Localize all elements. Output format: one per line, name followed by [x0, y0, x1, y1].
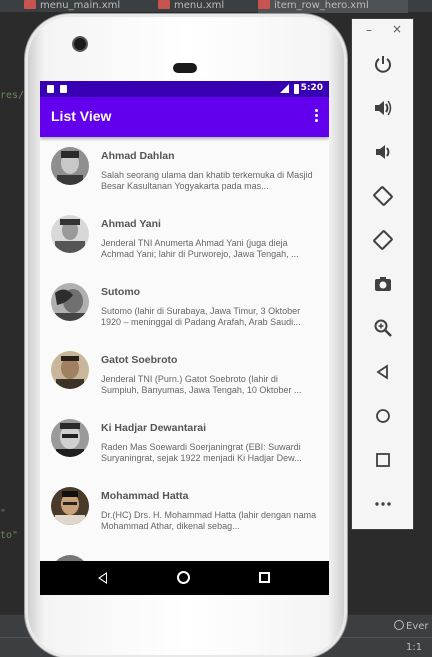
- tab-label: menu.xml: [174, 0, 225, 11]
- front-camera-icon: [74, 38, 86, 50]
- sd-card-icon: [47, 85, 54, 93]
- camera-icon[interactable]: [372, 273, 394, 295]
- nav-home-icon[interactable]: [177, 571, 190, 584]
- editor-tab-bar: menu_main.xml menu.xml item_row_hero.xml: [0, 0, 432, 13]
- hero-description: Salah seorang ulama dan khatib terkemuka…: [101, 170, 313, 191]
- tab-item-row-hero[interactable]: item_row_hero.xml: [258, 0, 408, 13]
- code-fragment: to": [0, 530, 19, 541]
- avatar: [51, 419, 89, 457]
- status-time: 5:20: [300, 83, 323, 93]
- avatar: [51, 487, 89, 525]
- tab-menu[interactable]: menu.xml: [158, 0, 248, 13]
- list-item[interactable]: Mohammad Hatta Dr.(HC) Drs. H. Mohammad …: [40, 477, 329, 545]
- app-bar: List View: [40, 97, 329, 137]
- volume-down-icon[interactable]: [372, 141, 394, 163]
- device-screen[interactable]: 5:20 List View Ahmad Dahlan Salah seoran…: [40, 81, 329, 595]
- hero-name: Ki Hadjar Dewantarai: [101, 422, 207, 434]
- battery-icon: [294, 84, 299, 94]
- zoom-icon[interactable]: [372, 317, 394, 339]
- overview-icon[interactable]: [372, 449, 394, 471]
- list-item[interactable]: Sutomo Sutomo (lahir di Surabaya, Jawa T…: [40, 273, 329, 341]
- hero-list[interactable]: Ahmad Dahlan Salah seorang ulama dan kha…: [40, 137, 329, 561]
- hero-name: Mohammad Hatta: [101, 490, 189, 502]
- power-icon[interactable]: [372, 53, 394, 75]
- event-log-label: Ever: [406, 621, 429, 632]
- list-item[interactable]: Ki Hadjar Dewantarai Raden Mas Soewardi …: [40, 409, 329, 477]
- hero-description: Dr.(HC) Drs. H. Mohammad Hatta (lahir de…: [101, 510, 317, 531]
- xml-file-icon: [258, 0, 270, 9]
- hero-description: Jenderal TNI Anumerta Ahmad Yani (juga d…: [101, 238, 299, 259]
- status-bar: 5:20: [40, 81, 329, 97]
- hero-description: Sutomo (lahir di Surabaya, Jawa Timur, 3…: [101, 306, 301, 327]
- event-log-button[interactable]: Ever: [394, 620, 429, 632]
- rotate-right-icon[interactable]: [372, 229, 394, 251]
- signal-icon: [280, 84, 289, 93]
- page-title: List View: [51, 108, 112, 124]
- avatar: [51, 351, 89, 389]
- tab-menu-main[interactable]: menu_main.xml: [24, 0, 134, 13]
- list-item[interactable]: Gatot Soebroto Jenderal TNI (Purn.) Gato…: [40, 341, 329, 409]
- minimize-button[interactable]: –: [366, 23, 372, 37]
- code-fragment: ": [0, 508, 7, 519]
- tab-label: item_row_hero.xml: [274, 0, 369, 11]
- xml-file-icon: [24, 0, 36, 9]
- overflow-menu-icon[interactable]: [313, 109, 319, 125]
- nav-recents-icon[interactable]: [259, 572, 270, 583]
- cursor-position[interactable]: 1:1: [406, 642, 422, 653]
- android-notification-icon: [60, 85, 67, 93]
- speaker-grille: [173, 63, 197, 73]
- list-item[interactable]: Ahmad Dahlan Salah seorang ulama dan kha…: [40, 137, 329, 205]
- hero-description: Raden Mas Soewardi Soerjaningrat (EBI: S…: [101, 442, 302, 463]
- xml-file-icon: [158, 0, 170, 9]
- avatar: [51, 147, 89, 185]
- hero-name: Gatot Soebroto: [101, 354, 178, 366]
- list-item[interactable]: [40, 545, 329, 561]
- close-button[interactable]: ×: [392, 22, 402, 36]
- more-icon[interactable]: [372, 493, 394, 515]
- nav-back-icon[interactable]: [98, 572, 107, 584]
- back-icon[interactable]: [372, 361, 394, 383]
- hero-name: Ahmad Dahlan: [101, 150, 175, 162]
- event-log-icon: [394, 620, 404, 630]
- code-fragment: res/: [0, 90, 25, 101]
- hero-description: Jenderal TNI (Purn.) Gatot Soebroto (lah…: [101, 374, 302, 395]
- hero-name: Ahmad Yani: [101, 218, 161, 230]
- volume-up-icon[interactable]: [372, 97, 394, 119]
- emulator-toolbar: – ×: [351, 18, 414, 530]
- rotate-left-icon[interactable]: [372, 185, 394, 207]
- avatar: [51, 283, 89, 321]
- avatar: [51, 215, 89, 253]
- list-item[interactable]: Ahmad Yani Jenderal TNI Anumerta Ahmad Y…: [40, 205, 329, 273]
- home-icon[interactable]: [372, 405, 394, 427]
- hero-name: Sutomo: [101, 286, 141, 298]
- tab-label: menu_main.xml: [40, 0, 121, 11]
- navigation-bar: [40, 561, 329, 595]
